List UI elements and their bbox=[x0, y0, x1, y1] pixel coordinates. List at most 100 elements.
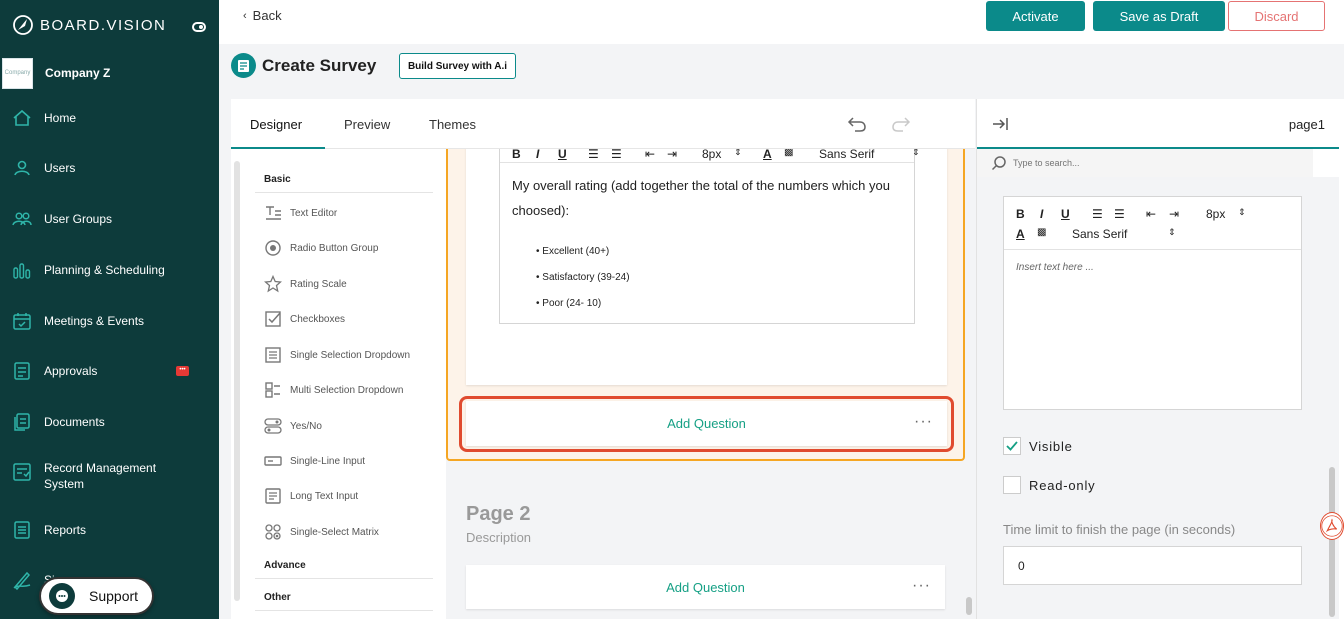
sidebar-item-records[interactable]: Record Management System bbox=[0, 458, 219, 494]
sidebar-item-user-groups[interactable]: User Groups bbox=[0, 209, 219, 229]
font-color-icon[interactable]: A bbox=[763, 149, 772, 161]
properties-header: page1 bbox=[977, 99, 1339, 149]
sidebar-item-planning[interactable]: Planning & Scheduling bbox=[0, 260, 219, 280]
toolbox-section-other[interactable]: Other bbox=[264, 592, 291, 603]
textarea-icon bbox=[264, 487, 282, 505]
highlight-icon[interactable]: ▩ bbox=[784, 149, 793, 158]
sidebar-item-documents[interactable]: Documents bbox=[0, 412, 219, 432]
bold-icon[interactable]: B bbox=[1016, 207, 1025, 221]
sidebar-item-home[interactable]: Home bbox=[0, 108, 219, 128]
back-link[interactable]: ‹ Back bbox=[243, 8, 282, 23]
add-question-button[interactable]: Add Question ··· bbox=[466, 401, 947, 446]
support-button[interactable]: Support bbox=[39, 577, 154, 615]
font-family-select[interactable]: Sans Serif bbox=[819, 149, 874, 161]
build-with-ai-button[interactable]: Build Survey with A.i bbox=[399, 53, 516, 79]
divider bbox=[255, 192, 433, 193]
indent-icon[interactable]: ⇥ bbox=[667, 149, 677, 161]
sidebar-item-approvals[interactable]: Approvals ••• bbox=[0, 361, 219, 381]
readonly-checkbox[interactable] bbox=[1003, 476, 1021, 494]
italic-icon[interactable]: I bbox=[1040, 207, 1043, 221]
font-size-select[interactable]: 8px bbox=[702, 149, 721, 161]
add-question-button-page-2[interactable]: Add Question ··· bbox=[466, 565, 945, 609]
designer-panel: Designer Preview Themes Basic Text Edito… bbox=[231, 99, 975, 619]
toolbox-item-single-dropdown[interactable]: Single Selection Dropdown bbox=[264, 346, 410, 364]
toolbox-item-label: Radio Button Group bbox=[290, 242, 379, 254]
sidebar-item-meetings[interactable]: Meetings & Events bbox=[0, 311, 219, 331]
visible-checkbox-row[interactable]: Visible bbox=[1003, 437, 1073, 455]
discard-button[interactable]: Discard bbox=[1228, 1, 1325, 31]
toolbox-item-yes-no[interactable]: Yes/No bbox=[264, 417, 322, 435]
redo-icon[interactable] bbox=[891, 115, 911, 133]
toolbox-item-multi-dropdown[interactable]: Multi Selection Dropdown bbox=[264, 381, 403, 399]
highlight-icon[interactable]: ▩ bbox=[1037, 227, 1046, 238]
approval-icon bbox=[12, 361, 32, 381]
collapse-panel-icon[interactable] bbox=[991, 115, 1009, 133]
brand-logo-icon bbox=[13, 15, 33, 35]
readonly-checkbox-row[interactable]: Read-only bbox=[1003, 476, 1095, 494]
search-icon bbox=[991, 156, 1006, 171]
checkbox-icon bbox=[264, 310, 282, 328]
toolbox-section-advance[interactable]: Advance bbox=[264, 560, 306, 571]
company-switcher[interactable]: Company Company Z bbox=[0, 55, 219, 91]
unordered-list-icon[interactable]: ☰ bbox=[1114, 207, 1125, 221]
outdent-icon[interactable]: ⇤ bbox=[1146, 207, 1156, 221]
tab-designer[interactable]: Designer bbox=[250, 117, 302, 132]
records-icon bbox=[12, 462, 32, 482]
activate-button[interactable]: Activate bbox=[986, 1, 1085, 31]
sidebar-item-label: Approvals bbox=[44, 364, 98, 378]
rich-text-editor[interactable]: B I U ☰ ☰ ⇤ ⇥ 8px ⇕ A ▩ Sans Serif ⇕ My … bbox=[499, 149, 920, 324]
ordered-list-icon[interactable]: ☰ bbox=[1092, 207, 1103, 221]
toolbox-item-text-editor[interactable]: Text Editor bbox=[264, 204, 337, 222]
toolbox-item-label: Yes/No bbox=[290, 420, 322, 432]
toolbox-item-label: Multi Selection Dropdown bbox=[290, 384, 404, 396]
underline-icon[interactable]: U bbox=[558, 149, 567, 161]
time-limit-label: Time limit to finish the page (in second… bbox=[1003, 522, 1236, 537]
indent-icon[interactable]: ⇥ bbox=[1169, 207, 1179, 221]
question-card[interactable]: B I U ☰ ☰ ⇤ ⇥ 8px ⇕ A ▩ Sans Serif ⇕ My … bbox=[466, 149, 947, 385]
font-color-icon[interactable]: A bbox=[1016, 227, 1025, 241]
toolbox-section-basic[interactable]: Basic bbox=[264, 174, 291, 185]
toolbox-item-single-line-input[interactable]: Single-Line Input bbox=[264, 452, 365, 470]
visible-checkbox[interactable] bbox=[1003, 437, 1021, 455]
page-2-description[interactable]: Description bbox=[466, 530, 531, 545]
survey-page-1[interactable]: B I U ☰ ☰ ⇤ ⇥ 8px ⇕ A ▩ Sans Serif ⇕ My … bbox=[446, 149, 965, 461]
sidebar-item-users[interactable]: Users bbox=[0, 158, 219, 178]
page-2-title[interactable]: Page 2 bbox=[466, 503, 530, 526]
properties-scrollbar[interactable] bbox=[1329, 467, 1335, 617]
bold-icon[interactable]: B bbox=[512, 149, 521, 161]
ordered-list-icon[interactable]: ☰ bbox=[588, 149, 599, 161]
toolbox-item-single-select-matrix[interactable]: Single-Select Matrix bbox=[264, 523, 379, 541]
more-options-icon[interactable]: ··· bbox=[914, 413, 933, 431]
sidebar-item-reports[interactable]: Reports bbox=[0, 520, 219, 540]
toolbox-scrollbar[interactable] bbox=[234, 161, 240, 601]
undo-icon[interactable] bbox=[847, 115, 867, 133]
font-family-select[interactable]: Sans Serif bbox=[1072, 227, 1127, 241]
description-editor[interactable]: B I U ☰ ☰ ⇤ ⇥ 8px ⇕ A ▩ Sans Serif ⇕ Ins… bbox=[1003, 196, 1302, 410]
underline-icon[interactable]: U bbox=[1061, 207, 1070, 221]
rte-toolbar: B I U ☰ ☰ ⇤ ⇥ 8px ⇕ A ▩ Sans Serif ⇕ bbox=[500, 149, 920, 163]
toolbox-item-radio-group[interactable]: Radio Button Group bbox=[264, 239, 378, 257]
property-search-input[interactable] bbox=[1013, 154, 1293, 172]
top-bar: ‹ Back Activate Save as Draft Discard bbox=[219, 0, 1344, 44]
canvas-scrollbar[interactable] bbox=[966, 597, 972, 615]
rte-body-text[interactable]: My overall rating (add together the tota… bbox=[512, 173, 902, 223]
brand[interactable]: BOARD.VISION bbox=[12, 14, 166, 36]
italic-icon[interactable]: I bbox=[536, 149, 539, 161]
properties-panel: page1 B I U ☰ ☰ ⇤ ⇥ 8px ⇕ A ▩ Sans Serif… bbox=[976, 99, 1344, 619]
pdf-icon[interactable] bbox=[1320, 512, 1344, 540]
sidebar-toggle-icon[interactable] bbox=[192, 22, 206, 32]
unordered-list-icon[interactable]: ☰ bbox=[611, 149, 622, 161]
star-icon bbox=[263, 274, 283, 293]
toolbox-item-rating-scale[interactable]: Rating Scale bbox=[263, 274, 347, 293]
font-size-select[interactable]: 8px bbox=[1206, 207, 1225, 221]
toolbox-item-checkboxes[interactable]: Checkboxes bbox=[264, 310, 345, 328]
time-limit-input[interactable] bbox=[1003, 546, 1302, 585]
visible-label: Visible bbox=[1029, 438, 1073, 454]
toggle-icon bbox=[264, 417, 282, 435]
toolbox-item-long-text-input[interactable]: Long Text Input bbox=[264, 487, 358, 505]
save-draft-button[interactable]: Save as Draft bbox=[1093, 1, 1225, 31]
tab-preview[interactable]: Preview bbox=[344, 117, 390, 132]
more-options-icon[interactable]: ··· bbox=[912, 577, 931, 595]
tab-themes[interactable]: Themes bbox=[429, 117, 476, 132]
outdent-icon[interactable]: ⇤ bbox=[645, 149, 655, 161]
